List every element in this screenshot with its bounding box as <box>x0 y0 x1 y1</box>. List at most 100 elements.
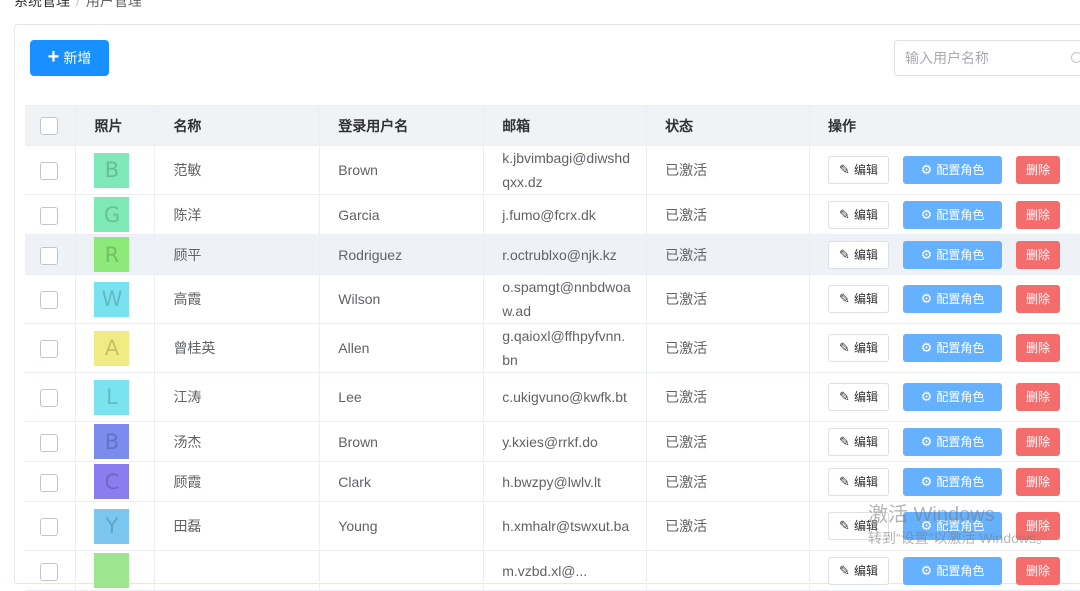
pencil-icon: ✎ <box>839 385 850 409</box>
delete-button[interactable]: 删除 <box>1016 428 1060 456</box>
email-cell: c.ukigvuno@kwfk.bt <box>484 373 647 422</box>
name-cell: 高霞 <box>155 275 320 324</box>
configure-role-label: 配置角色 <box>936 430 984 454</box>
email-text: c.ukigvuno@kwfk.bt <box>502 385 632 409</box>
search-icon[interactable] <box>1071 52 1080 63</box>
actions-cell: ✎编辑 ⚙配置角色删除 <box>810 146 1080 195</box>
gear-icon: ⚙ <box>921 430 933 454</box>
row-checkbox[interactable] <box>40 474 58 492</box>
header-username: 登录用户名 <box>320 106 484 146</box>
gear-icon: ⚙ <box>921 243 933 267</box>
row-checkbox[interactable] <box>40 563 58 581</box>
configure-role-button[interactable]: ⚙配置角色 <box>903 156 1002 184</box>
edit-label: 编辑 <box>854 470 878 494</box>
username-cell: Allen <box>320 324 484 373</box>
name-cell: 顾平 <box>155 235 320 275</box>
username-cell: Rodriguez <box>320 235 484 275</box>
status-cell: 已激活 <box>647 373 810 422</box>
configure-role-button[interactable]: ⚙配置角色 <box>903 334 1002 362</box>
name-cell: 汤杰 <box>155 422 320 462</box>
row-select-cell <box>25 275 76 324</box>
edit-button[interactable]: ✎编辑 <box>828 241 889 269</box>
edit-label: 编辑 <box>854 430 878 454</box>
delete-button[interactable]: 删除 <box>1016 241 1060 269</box>
row-select-cell <box>25 373 76 422</box>
pencil-icon: ✎ <box>839 243 850 267</box>
configure-role-label: 配置角色 <box>936 203 984 227</box>
configure-role-label: 配置角色 <box>936 287 984 311</box>
configure-role-button[interactable]: ⚙配置角色 <box>903 201 1002 229</box>
breadcrumb-current: 用户管理 <box>86 0 142 9</box>
gear-icon: ⚙ <box>921 336 933 360</box>
name-cell: 范敏 <box>155 146 320 195</box>
row-checkbox[interactable] <box>40 291 58 309</box>
gear-icon: ⚙ <box>921 559 933 583</box>
avatar: A <box>94 331 129 366</box>
edit-button[interactable]: ✎编辑 <box>828 468 889 496</box>
row-select-cell <box>25 551 76 591</box>
actions-cell: ✎编辑 ⚙配置角色删除 <box>810 551 1080 591</box>
row-select-cell <box>25 324 76 373</box>
edit-button[interactable]: ✎编辑 <box>828 156 889 184</box>
delete-button[interactable]: 删除 <box>1016 156 1060 184</box>
breadcrumb-parent[interactable]: 系统管理 <box>14 0 70 9</box>
name-cell: 江涛 <box>155 373 320 422</box>
header-email: 邮箱 <box>484 106 647 146</box>
row-checkbox[interactable] <box>40 518 58 536</box>
configure-role-button[interactable]: ⚙配置角色 <box>903 241 1002 269</box>
pencil-icon: ✎ <box>839 559 850 583</box>
configure-role-button[interactable]: ⚙配置角色 <box>903 383 1002 411</box>
edit-label: 编辑 <box>854 559 878 583</box>
delete-button[interactable]: 删除 <box>1016 201 1060 229</box>
avatar: B <box>94 424 129 459</box>
configure-role-button[interactable]: ⚙配置角色 <box>903 285 1002 313</box>
name-cell <box>155 551 320 591</box>
row-checkbox[interactable] <box>40 340 58 358</box>
delete-label: 删除 <box>1026 336 1050 360</box>
delete-label: 删除 <box>1026 158 1050 182</box>
edit-button[interactable]: ✎编辑 <box>828 201 889 229</box>
edit-label: 编辑 <box>854 158 878 182</box>
delete-button[interactable]: 删除 <box>1016 468 1060 496</box>
select-all-checkbox[interactable] <box>40 117 58 135</box>
delete-button[interactable]: 删除 <box>1016 285 1060 313</box>
table-row: L江涛Leec.ukigvuno@kwfk.bt已激活✎编辑⚙配置角色删除 <box>25 373 1080 422</box>
delete-button[interactable]: 删除 <box>1016 334 1060 362</box>
gear-icon: ⚙ <box>921 203 933 227</box>
delete-button[interactable]: 删除 <box>1016 383 1060 411</box>
header-select-all <box>25 106 76 146</box>
add-button[interactable]: + 新增 <box>30 40 109 76</box>
table-header-row: 照片 名称 登录用户名 邮箱 状态 操作 <box>25 106 1080 146</box>
row-checkbox[interactable] <box>40 162 58 180</box>
edit-label: 编辑 <box>854 203 878 227</box>
edit-button[interactable]: ✎编辑 <box>828 285 889 313</box>
configure-role-button[interactable]: ⚙配置角色 <box>903 428 1002 456</box>
edit-label: 编辑 <box>854 287 878 311</box>
header-actions: 操作 <box>810 106 1080 146</box>
edit-button[interactable]: ✎编辑 <box>828 383 889 411</box>
username-cell: Garcia <box>320 195 484 235</box>
search-box <box>894 40 1080 76</box>
delete-button[interactable]: 删除 <box>1016 557 1060 585</box>
row-checkbox[interactable] <box>40 434 58 452</box>
gear-icon: ⚙ <box>921 287 933 311</box>
edit-button[interactable]: ✎编辑 <box>828 428 889 456</box>
email-text: h.xmhalr@tswxut.ba <box>502 514 632 538</box>
avatar: B <box>94 153 129 188</box>
row-checkbox[interactable] <box>40 389 58 407</box>
configure-role-button[interactable]: ⚙配置角色 <box>903 557 1002 585</box>
photo-cell: A <box>76 324 155 373</box>
edit-button[interactable]: ✎编辑 <box>828 557 889 585</box>
row-select-cell <box>25 502 76 551</box>
row-checkbox[interactable] <box>40 207 58 225</box>
username-cell: Lee <box>320 373 484 422</box>
row-checkbox[interactable] <box>40 247 58 265</box>
status-cell <box>647 551 810 591</box>
actions-cell: ✎编辑⚙配置角色删除 <box>810 195 1080 235</box>
search-input[interactable] <box>895 41 1055 75</box>
photo-cell: G <box>76 195 155 235</box>
edit-button[interactable]: ✎编辑 <box>828 334 889 362</box>
configure-role-button[interactable]: ⚙配置角色 <box>903 468 1002 496</box>
header-name: 名称 <box>155 106 320 146</box>
delete-label: 删除 <box>1026 243 1050 267</box>
